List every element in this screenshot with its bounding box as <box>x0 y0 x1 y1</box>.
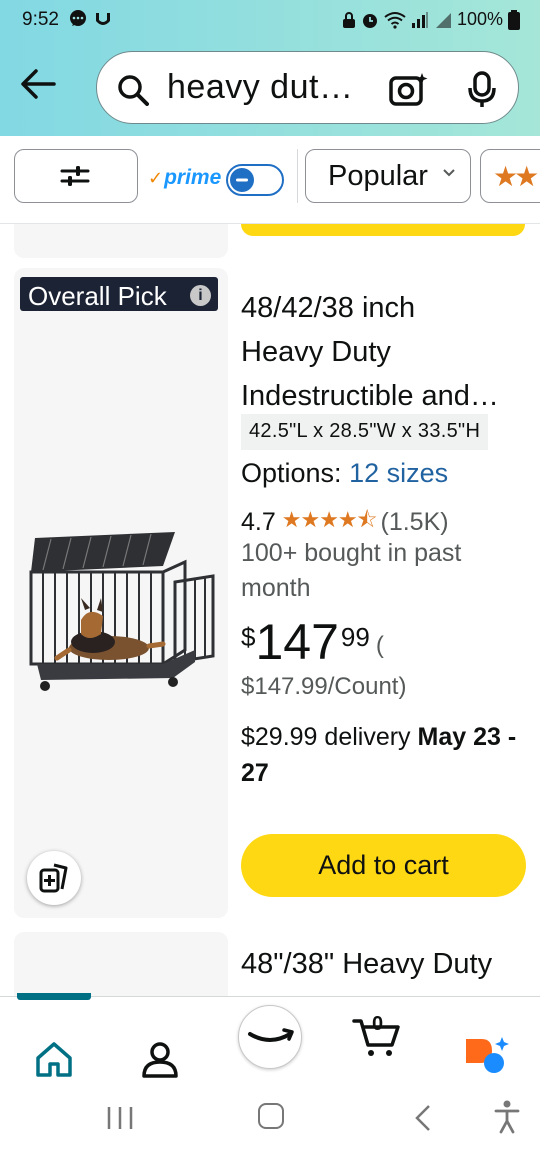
review-count: (1.5K) <box>380 507 449 536</box>
rating-filter-button[interactable]: ★★ <box>480 149 540 203</box>
chevron-down-icon <box>443 169 455 177</box>
app-header: 9:52 100% heavy dut… <box>0 0 540 136</box>
recent-apps-icon[interactable] <box>106 1105 134 1131</box>
back-arrow-icon[interactable] <box>18 64 58 104</box>
overall-pick-badge: Overall Pick i <box>20 277 218 311</box>
shield-icon <box>96 13 110 25</box>
price: $ 147 99 ( <box>241 614 384 670</box>
filter-bar: ✓ prime Popular ★★ <box>0 136 540 224</box>
battery-percent: 100% <box>456 9 503 29</box>
delivery-info: $29.99 delivery May 23 - 27 <box>241 723 517 787</box>
add-compare-icon <box>39 863 68 893</box>
camera-search-icon[interactable] <box>389 71 429 107</box>
amazon-button[interactable] <box>238 1005 302 1069</box>
system-navigation-bar <box>0 1078 540 1158</box>
previous-product-image <box>14 224 228 258</box>
star-icon: ★★ <box>493 161 539 192</box>
microphone-icon[interactable] <box>467 71 497 109</box>
compare-button[interactable] <box>27 851 81 905</box>
bottom-nav: 0 <box>0 993 540 1078</box>
active-tab-indicator <box>17 993 91 1000</box>
options-row: Options: 12 sizes <box>241 458 449 488</box>
options-link[interactable]: 12 sizes <box>349 458 448 488</box>
wifi-icon <box>384 11 406 29</box>
dimensions-tag: 42.5"L x 28.5"W x 33.5"H <box>241 414 489 450</box>
next-product-image[interactable] <box>14 932 228 1002</box>
add-to-cart-button[interactable]: Add to cart <box>241 834 526 897</box>
sliders-icon <box>60 166 90 186</box>
search-bar[interactable]: heavy dut… <box>96 51 519 124</box>
next-product-title[interactable]: 48"/38" Heavy Duty <box>241 948 492 981</box>
accessibility-icon[interactable] <box>494 1100 520 1134</box>
status-bar: 9:52 100% <box>0 0 540 40</box>
battery-icon <box>508 9 520 30</box>
prime-toggle[interactable] <box>226 164 284 196</box>
amazon-smile-icon <box>248 1028 294 1042</box>
sort-dropdown[interactable]: Popular <box>305 149 471 203</box>
previous-add-to-cart-button[interactable] <box>241 224 525 236</box>
back-icon[interactable] <box>413 1103 433 1133</box>
search-icon <box>118 75 149 106</box>
message-icon <box>70 10 86 26</box>
prime-filter-label[interactable]: ✓ prime <box>148 166 221 190</box>
prime-check-icon: ✓ <box>148 167 164 188</box>
product-title[interactable]: 48/42/38 inch Heavy Duty Indestructible … <box>241 286 531 418</box>
search-query[interactable]: heavy dut… <box>167 68 353 107</box>
dog-crate-image[interactable] <box>23 530 217 702</box>
signal-icon-2 <box>435 12 451 28</box>
filter-divider <box>297 149 298 203</box>
home-button-icon[interactable] <box>258 1103 284 1129</box>
info-icon[interactable]: i <box>190 285 211 306</box>
status-time: 9:52 <box>22 9 59 30</box>
alarm-icon <box>362 13 377 28</box>
signal-icon <box>411 11 428 28</box>
bought-count: 100+ bought in past month <box>241 539 462 602</box>
unit-price: $147.99/Count) <box>241 673 407 700</box>
rating-value: 4.7 <box>241 507 276 536</box>
cart-count: 0 <box>372 1013 384 1035</box>
lock-icon <box>342 11 355 28</box>
filter-settings-button[interactable] <box>14 149 138 203</box>
